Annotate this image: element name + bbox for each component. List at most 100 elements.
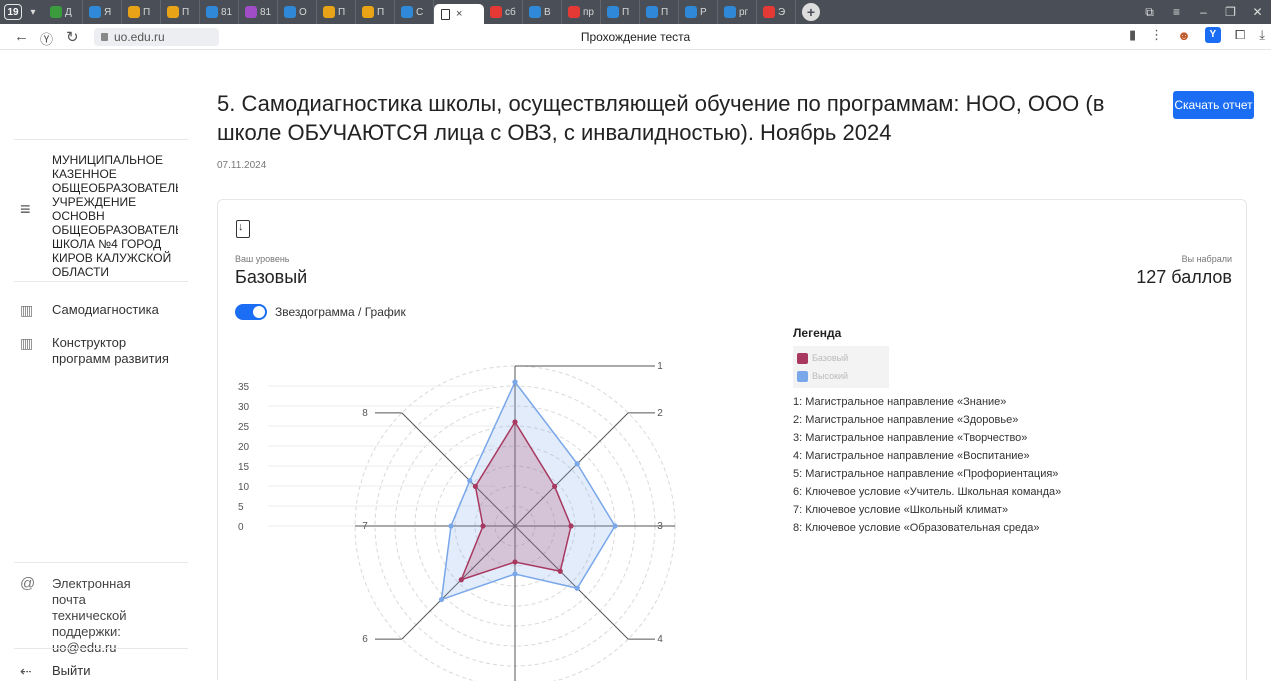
legend-series-base[interactable]: Базовый xyxy=(797,349,885,367)
hamburger-menu-icon[interactable]: ≡ xyxy=(14,153,52,279)
tick-label: 30 xyxy=(238,402,250,413)
logout-label: Выйти xyxy=(52,663,91,678)
tab-favicon-icon xyxy=(646,6,658,18)
document-icon xyxy=(441,8,450,20)
tick-label: 25 xyxy=(238,422,250,433)
data-point xyxy=(467,478,473,484)
tick-label: 20 xyxy=(238,442,250,453)
browser-tab[interactable]: П xyxy=(640,0,679,24)
tab-count-badge[interactable]: 19 xyxy=(4,4,22,20)
toggle-label: Звездограмма / График xyxy=(275,305,406,319)
tick-label: 10 xyxy=(238,482,250,493)
close-window-button[interactable]: ✕ xyxy=(1244,5,1271,19)
tab-favicon-icon xyxy=(284,6,296,18)
browser-tab[interactable]: П xyxy=(161,0,200,24)
data-point xyxy=(574,585,580,591)
extension-avatar-icon[interactable]: ☻ xyxy=(1177,28,1191,43)
close-tab-icon[interactable]: × xyxy=(456,8,462,20)
browser-tab[interactable]: П xyxy=(317,0,356,24)
extension-y-icon[interactable]: Y xyxy=(1204,27,1221,43)
data-point xyxy=(612,523,618,529)
legend-swatch xyxy=(797,370,808,382)
browser-tab[interactable]: П xyxy=(356,0,395,24)
window-controls: ⧉ ≡ – ❐ ✕ xyxy=(1136,0,1271,24)
browser-tab[interactable]: В xyxy=(523,0,562,24)
more-options-icon[interactable]: ⋮ xyxy=(1150,27,1163,43)
tab-favicon-icon xyxy=(128,6,140,18)
tab-label: рг xyxy=(739,6,749,18)
support-text[interactable]: Электронная почта технической поддержки:… xyxy=(52,576,162,656)
tab-favicon-icon xyxy=(89,6,101,18)
tab-label: П xyxy=(377,6,385,18)
data-point xyxy=(574,461,580,467)
yandex-icon[interactable]: Ⓨ xyxy=(40,29,53,48)
browser-tab[interactable]: рг xyxy=(718,0,757,24)
logout-button[interactable]: ⇠ Выйти xyxy=(20,663,91,680)
sidebar-item-program-builder[interactable]: ▥ Конструктор программ развития xyxy=(20,335,169,367)
legend-series-box: Базовый Высокий xyxy=(793,346,889,388)
tab-label: пр xyxy=(583,6,594,18)
new-tab-button[interactable]: + xyxy=(802,3,820,21)
address-bar: ← Ⓨ ↻ uo.edu.ru Прохождение теста ▮ ⋮ ☻ … xyxy=(0,24,1271,50)
downloads-icon[interactable]: ⤓ xyxy=(1259,27,1265,43)
tick-label: 5 xyxy=(238,502,244,513)
browser-tab[interactable]: О xyxy=(278,0,317,24)
browser-tab[interactable]: пр xyxy=(562,0,601,24)
browser-tab[interactable]: Я xyxy=(83,0,122,24)
score-caption: Вы набрали xyxy=(1181,254,1232,264)
result-card: Ваш уровень Базовый Вы набрали 127 балло… xyxy=(217,199,1247,681)
download-file-icon[interactable] xyxy=(236,220,250,238)
data-point xyxy=(568,523,574,529)
toggle-switch[interactable] xyxy=(235,304,267,320)
sidebar-item-selfdiagnostics[interactable]: ▥ Самодиагностика xyxy=(20,302,159,319)
test-date: 07.11.2024 xyxy=(217,160,267,171)
tab-label: сб xyxy=(505,6,516,18)
reload-icon[interactable]: ↻ xyxy=(66,28,79,46)
legend-series-high[interactable]: Высокий xyxy=(797,367,885,385)
axis-label: 1 xyxy=(657,361,663,372)
level-caption: Ваш уровень xyxy=(235,254,290,264)
sidebar-divider xyxy=(14,139,188,140)
restore-button[interactable]: ❐ xyxy=(1217,5,1244,19)
tab-label: П xyxy=(182,6,190,18)
browser-tab[interactable]: Д xyxy=(44,0,83,24)
tab-label: П xyxy=(622,6,630,18)
back-arrow-icon[interactable]: ← xyxy=(14,28,29,45)
tab-favicon-icon xyxy=(724,6,736,18)
bookmark-icon[interactable]: ▮ xyxy=(1129,27,1136,43)
data-point xyxy=(472,483,479,490)
download-report-button[interactable]: Скачать отчет xyxy=(1173,91,1254,119)
browser-tab[interactable]: Э xyxy=(757,0,796,24)
browser-tab[interactable]: 81 xyxy=(239,0,278,24)
tab-manager-icon[interactable]: ⧉ xyxy=(1136,5,1163,20)
data-point xyxy=(512,419,518,425)
logout-icon: ⇠ xyxy=(20,663,32,679)
tab-list-chevron-icon[interactable]: ▾ xyxy=(22,7,44,18)
chart-mode-toggle[interactable]: Звездограмма / График xyxy=(235,304,406,320)
sidebar: ≡ МУНИЦИПАЛЬНОЕ КАЗЕННОЕ ОБЩЕОБРАЗОВАТЕЛ… xyxy=(0,51,188,680)
data-point xyxy=(557,568,563,574)
extension-puzzle-icon[interactable]: ⧠ xyxy=(1235,27,1245,43)
browser-tab[interactable]: П xyxy=(122,0,161,24)
tab-label: В xyxy=(544,6,551,18)
legend-axis-item: 5: Магистральное направление «Профориент… xyxy=(793,468,1059,480)
url-field[interactable]: uo.edu.ru xyxy=(94,28,219,46)
menu-icon[interactable]: ≡ xyxy=(1163,5,1190,19)
books-icon: ▥ xyxy=(20,335,34,351)
tab-label: 81 xyxy=(221,6,233,18)
data-point xyxy=(458,577,464,583)
sidebar-divider xyxy=(14,281,188,282)
data-point xyxy=(512,379,518,385)
data-point xyxy=(512,571,518,577)
minimize-button[interactable]: – xyxy=(1190,5,1217,19)
browser-tab[interactable]: сб xyxy=(484,0,523,24)
browser-tab[interactable]: С xyxy=(395,0,434,24)
at-sign-icon: @ xyxy=(20,575,36,592)
browser-tab[interactable]: Р xyxy=(679,0,718,24)
tab-favicon-icon xyxy=(607,6,619,18)
radar-chart: 0510152025303512345678 xyxy=(238,361,676,681)
browser-tab[interactable]: П xyxy=(601,0,640,24)
data-point xyxy=(448,523,454,529)
browser-tab[interactable]: 81 xyxy=(200,0,239,24)
active-tab[interactable]: × xyxy=(434,4,484,24)
